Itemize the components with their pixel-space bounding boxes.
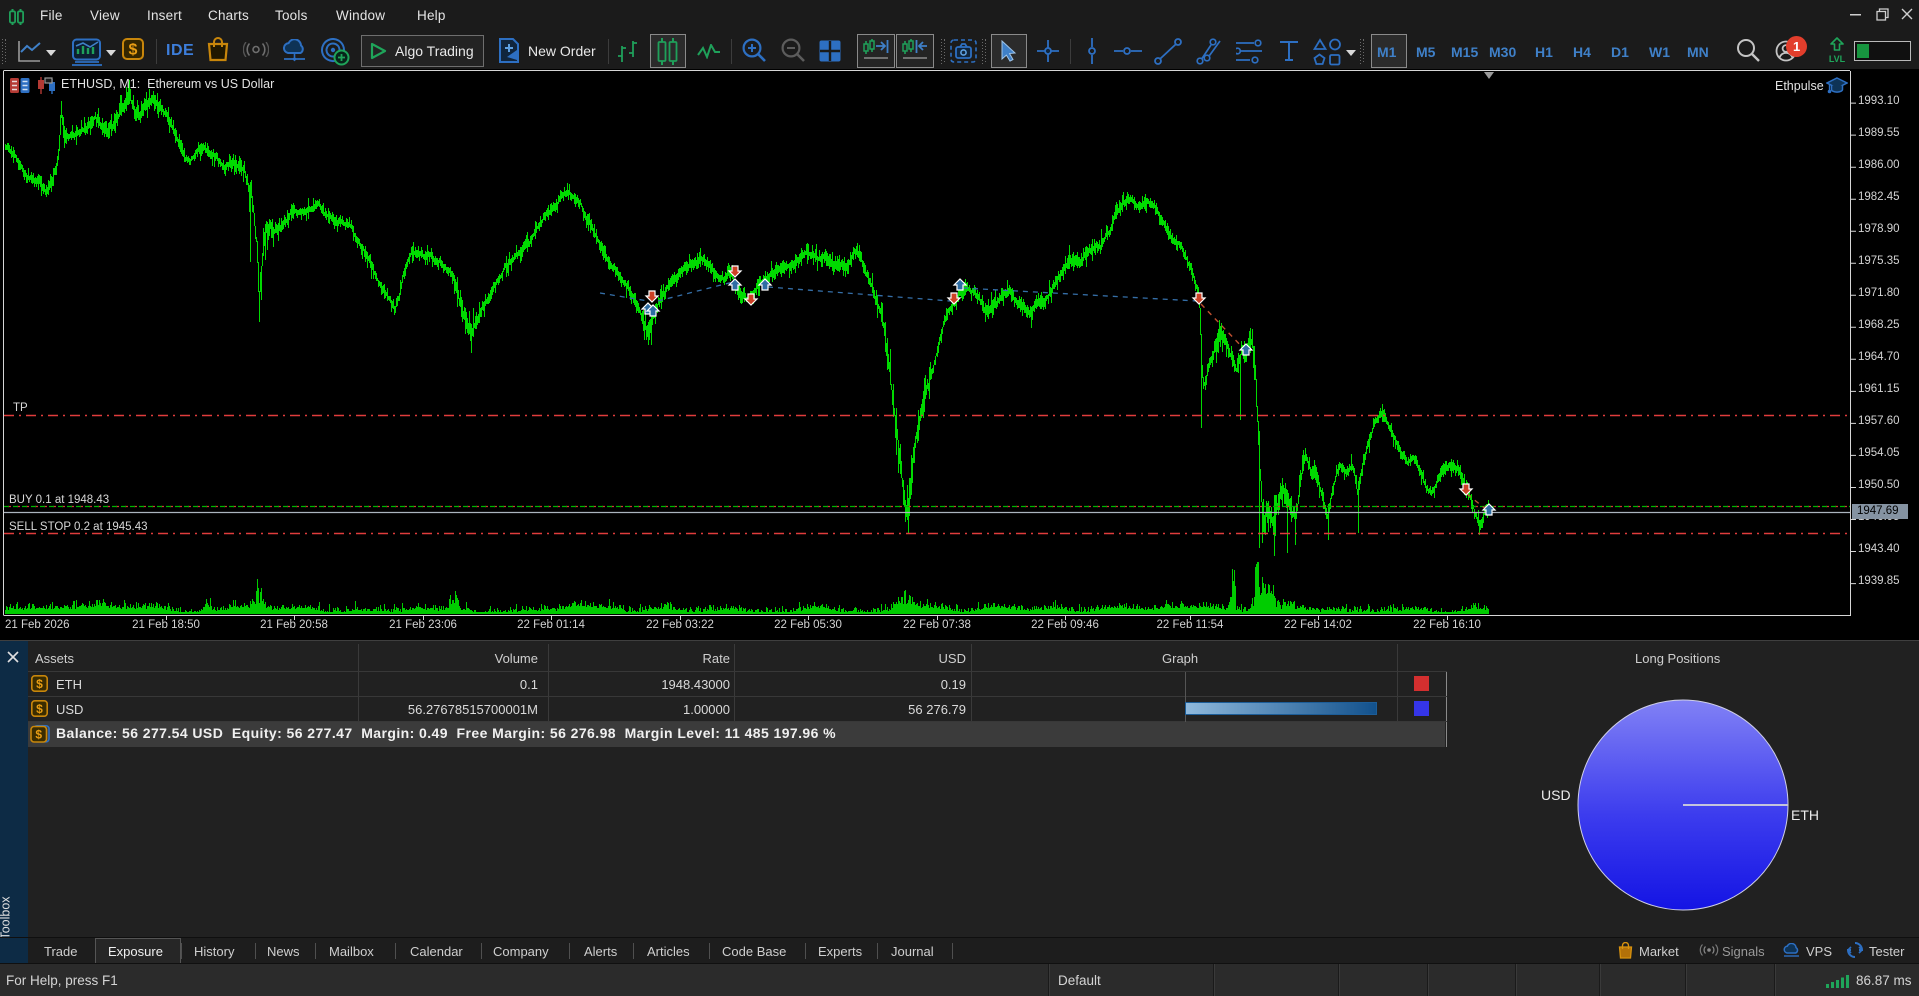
svg-text:$: $ (35, 728, 42, 742)
svg-text:LVL: LVL (1829, 54, 1846, 64)
svg-text:$: $ (129, 42, 138, 59)
svg-text:$: $ (36, 677, 43, 691)
svg-text:$: $ (36, 702, 43, 716)
